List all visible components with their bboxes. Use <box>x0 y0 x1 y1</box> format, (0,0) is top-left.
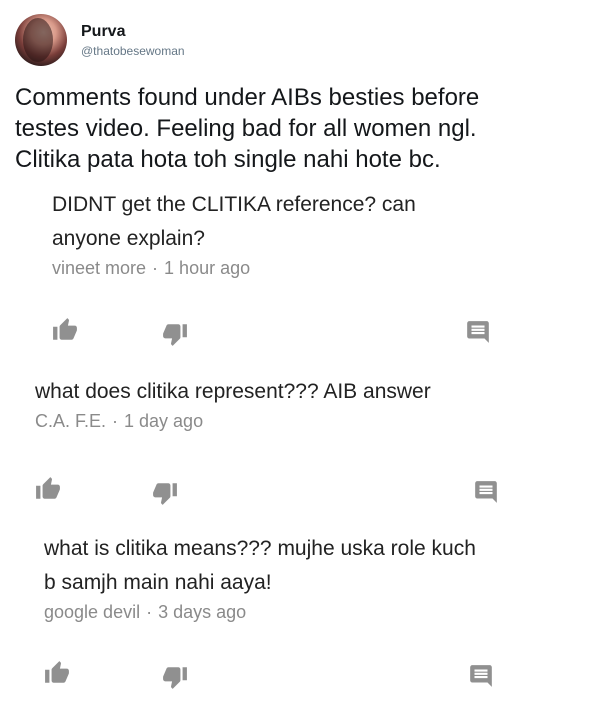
comment: what is clitika means??? mujhe uska role… <box>44 532 476 623</box>
comment-text: DIDNT get the CLITIKA reference? can any… <box>52 188 416 256</box>
comment-text-line: anyone explain? <box>52 227 205 250</box>
comment-time[interactable]: 1 day ago <box>124 411 203 431</box>
tweet-text: Comments found under AIBs besties before… <box>15 82 595 175</box>
user-handle[interactable]: @thatobesewoman <box>81 43 185 59</box>
tweet-text-line: Comments found under AIBs besties before <box>15 84 480 111</box>
comment-author[interactable]: vineet more <box>52 258 146 278</box>
comment-text-line: b samjh main nahi aaya! <box>44 571 272 594</box>
comment-text: what does clitika represent??? AIB answe… <box>35 375 431 409</box>
comment-actions <box>0 476 605 506</box>
thumbs-down-icon[interactable] <box>162 664 188 690</box>
comment: DIDNT get the CLITIKA reference? can any… <box>52 188 416 279</box>
meta-separator: · <box>112 411 119 431</box>
reply-comment-icon[interactable] <box>473 479 499 505</box>
comment-text-line: what does clitika represent??? AIB answe… <box>35 380 431 403</box>
tweet-text-line: Clitika pata hota toh single nahi hote b… <box>15 146 441 173</box>
thumbs-up-icon[interactable] <box>44 660 70 686</box>
comment: what does clitika represent??? AIB answe… <box>35 375 431 432</box>
comment-meta: vineet more · 1 hour ago <box>52 258 416 279</box>
comment-meta: google devil · 3 days ago <box>44 602 476 623</box>
comment-meta: C.A. F.E. · 1 day ago <box>35 411 431 432</box>
thumbs-down-icon[interactable] <box>162 321 188 347</box>
comment-time[interactable]: 3 days ago <box>158 602 246 622</box>
meta-separator: · <box>146 602 153 622</box>
tweet-text-line: testes video. Feeling bad for all women … <box>15 115 477 142</box>
reply-comment-icon[interactable] <box>468 663 494 689</box>
comment-actions <box>0 660 605 690</box>
thumbs-up-icon[interactable] <box>35 476 61 502</box>
thumbs-up-icon[interactable] <box>52 317 78 343</box>
user-names: Purva @thatobesewoman <box>81 22 185 59</box>
comment-author[interactable]: C.A. F.E. <box>35 411 106 431</box>
avatar[interactable] <box>15 14 67 66</box>
comment-text-line: DIDNT get the CLITIKA reference? can <box>52 193 416 216</box>
meta-separator: · <box>152 258 159 278</box>
comment-actions <box>0 317 605 347</box>
tweet-header: Purva @thatobesewoman <box>15 14 185 66</box>
display-name[interactable]: Purva <box>81 22 185 42</box>
reply-comment-icon[interactable] <box>465 319 491 345</box>
comment-author[interactable]: google devil <box>44 602 140 622</box>
comment-text: what is clitika means??? mujhe uska role… <box>44 532 476 600</box>
thumbs-down-icon[interactable] <box>152 480 178 506</box>
comment-time[interactable]: 1 hour ago <box>164 258 250 278</box>
comment-text-line: what is clitika means??? mujhe uska role… <box>44 537 476 560</box>
